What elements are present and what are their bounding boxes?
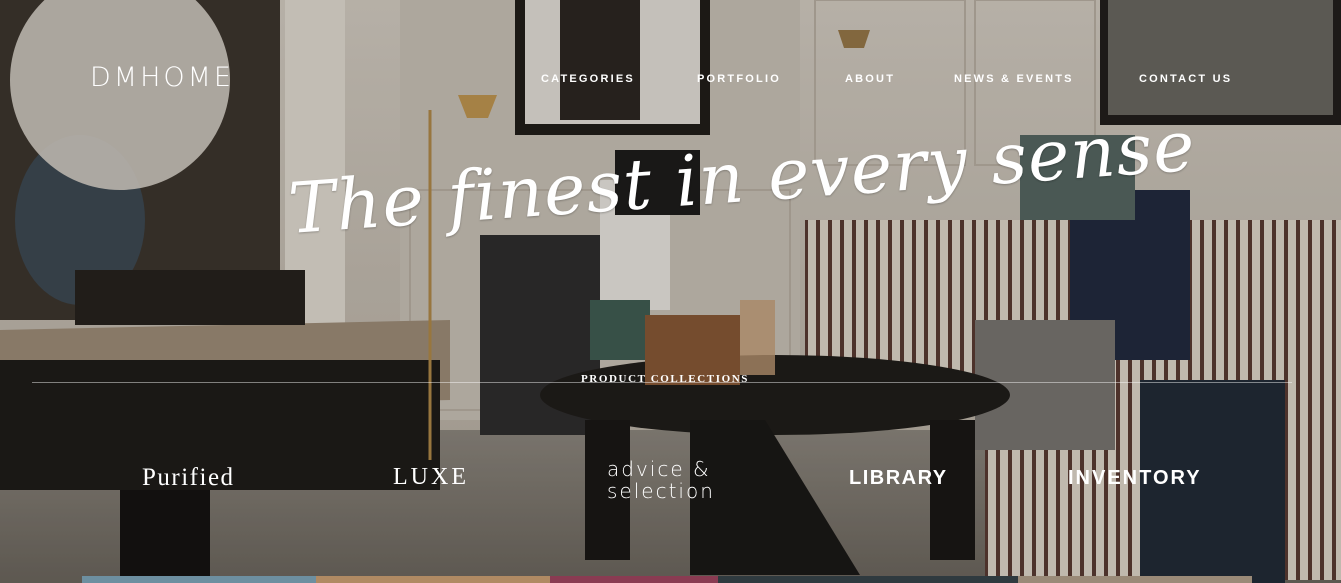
nav-contact-us[interactable]: CONTACT US bbox=[1139, 73, 1232, 85]
collection-color-bar-5 bbox=[1018, 576, 1252, 583]
collection-color-bar-4 bbox=[718, 576, 1018, 583]
collection-advice-selection[interactable]: advice & selection bbox=[607, 458, 715, 502]
nav-about[interactable]: ABOUT bbox=[845, 73, 895, 85]
product-collections-title: PRODUCT COLLECTIONS bbox=[580, 373, 750, 385]
collection-advice-line1: advice & bbox=[607, 457, 711, 481]
collection-purified[interactable]: Purified bbox=[142, 464, 235, 492]
collection-color-bar-3 bbox=[550, 576, 718, 583]
nav-categories[interactable]: CATEGORIES bbox=[541, 73, 635, 85]
main-nav: CATEGORIES PORTFOLIO ABOUT NEWS & EVENTS… bbox=[0, 73, 1341, 89]
collection-color-bar-1 bbox=[82, 576, 316, 583]
collection-advice-line2: selection bbox=[607, 479, 715, 503]
nav-portfolio[interactable]: PORTFOLIO bbox=[697, 73, 781, 85]
collection-luxe[interactable]: LUXE bbox=[393, 464, 469, 491]
collection-inventory[interactable]: INVENTORY bbox=[1068, 467, 1202, 490]
collection-library[interactable]: LIBRARY bbox=[849, 467, 948, 490]
nav-news-events[interactable]: NEWS & EVENTS bbox=[954, 73, 1074, 85]
collection-color-bar-2 bbox=[316, 576, 550, 583]
